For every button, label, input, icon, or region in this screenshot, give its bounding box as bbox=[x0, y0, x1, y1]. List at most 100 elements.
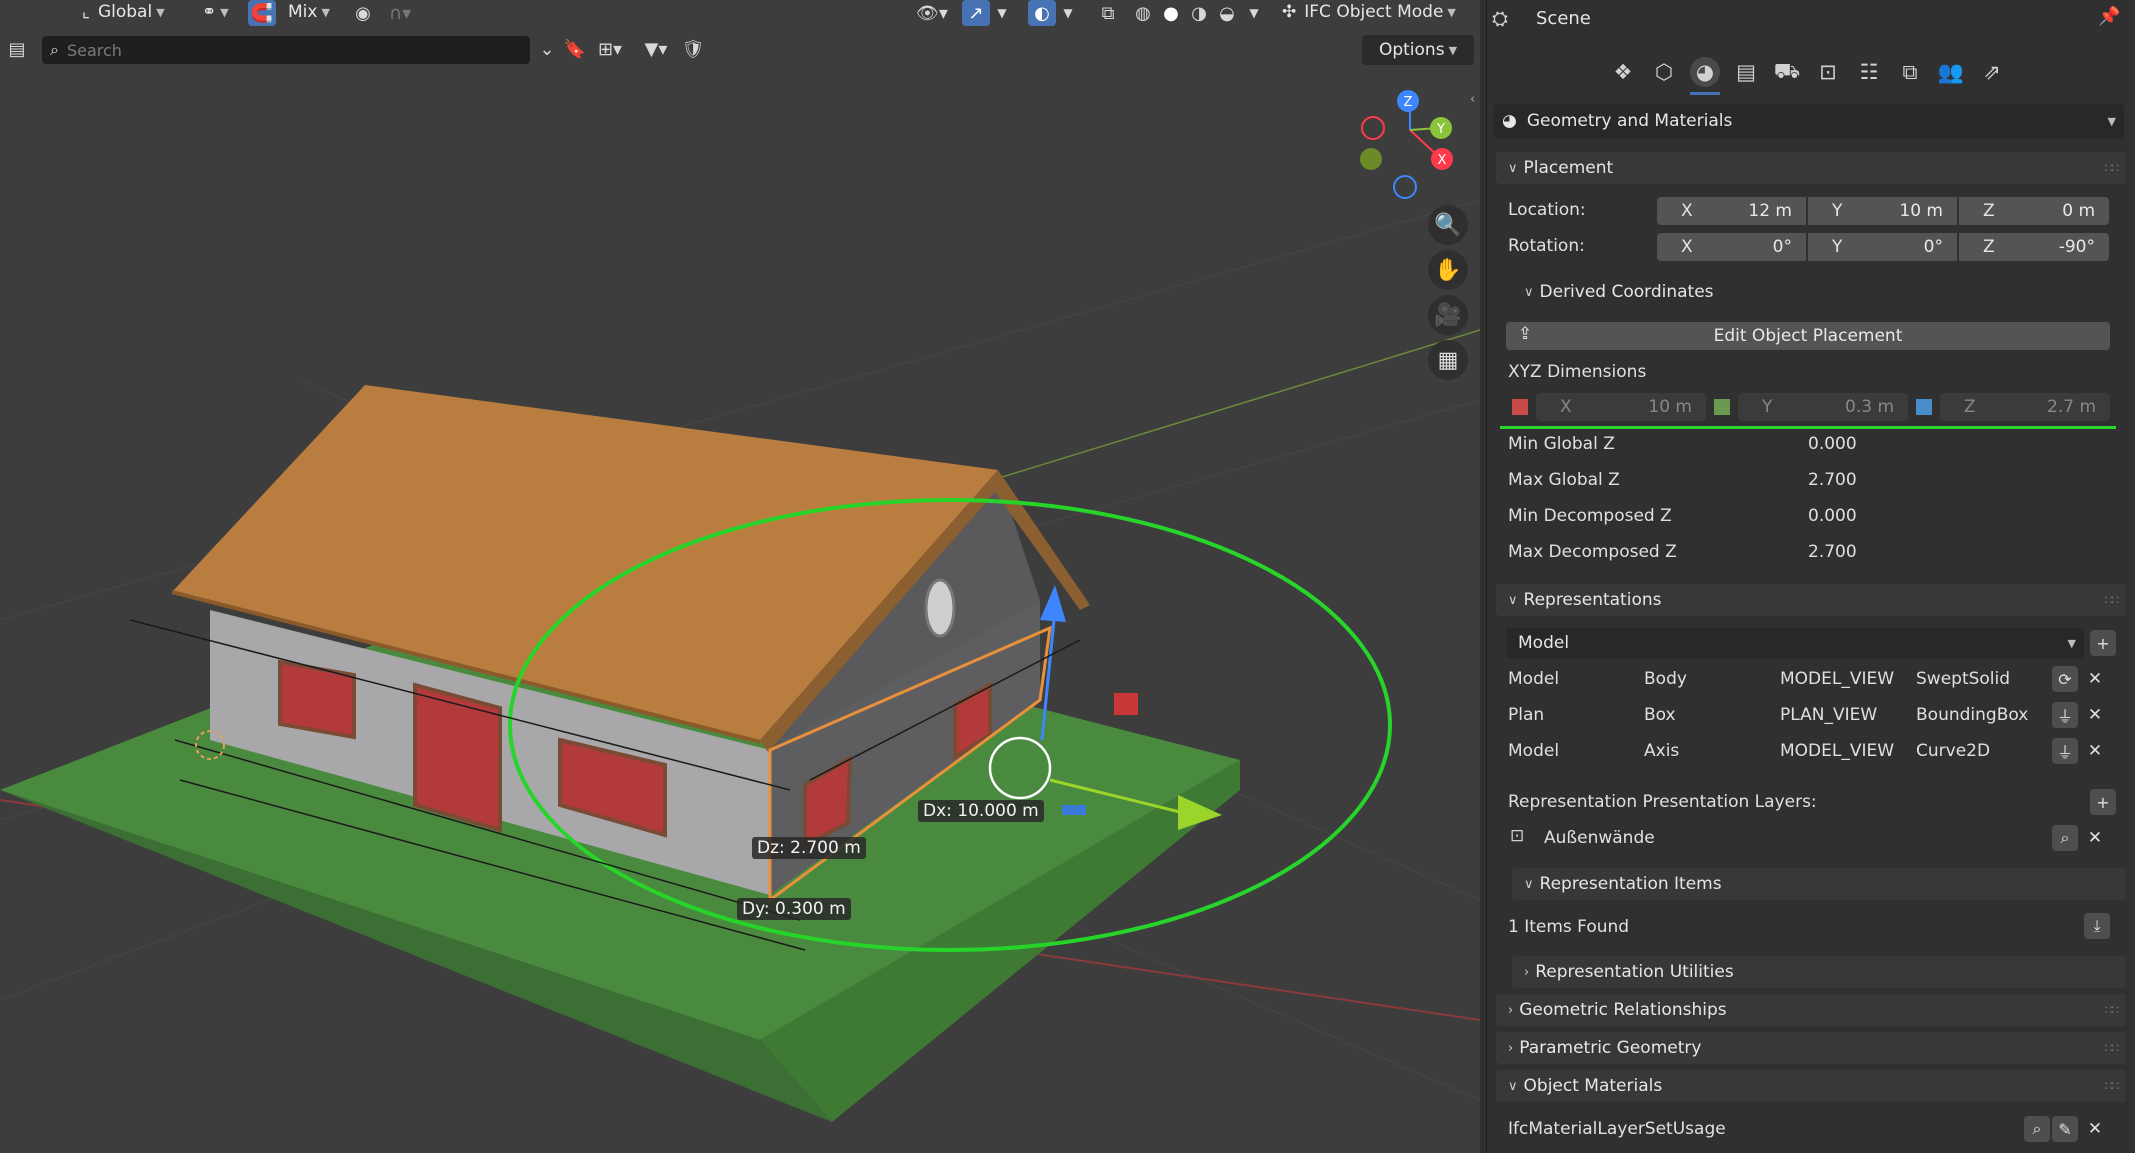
drag-handle-icon[interactable]: ∷∷ bbox=[2105, 1041, 2119, 1055]
drag-handle-icon[interactable]: ∷∷ bbox=[2105, 161, 2119, 175]
chevron-down-icon[interactable]: ▼ bbox=[1058, 0, 1078, 26]
category-dropdown[interactable]: ◕ Geometry and Materials ▼ bbox=[1494, 104, 2124, 138]
chevron-down-icon[interactable]: ▼ bbox=[992, 0, 1012, 26]
object-materials-title: Object Materials bbox=[1523, 1076, 1663, 1096]
select-material-icon[interactable]: ⌕ bbox=[2024, 1116, 2050, 1142]
close-icon[interactable]: ✕ bbox=[2084, 704, 2106, 726]
filter-icon[interactable]: ▼▾ bbox=[636, 36, 676, 62]
drag-handle-icon[interactable]: ∷∷ bbox=[2105, 593, 2119, 607]
proportional-edit-icon[interactable]: ◉ bbox=[350, 0, 376, 26]
active-tab-indicator bbox=[1690, 92, 1720, 95]
axis-label: Y bbox=[1832, 237, 1843, 257]
zoom-icon[interactable]: 🔍 bbox=[1428, 205, 1468, 245]
search-field[interactable]: ⌕ Search bbox=[42, 36, 530, 64]
geometric-relationships-header[interactable]: › Geometric Relationships ∷∷ bbox=[1496, 994, 2126, 1026]
services-tab-icon[interactable]: ⛟ bbox=[1772, 57, 1802, 87]
rendered-shading-icon[interactable]: ◒ bbox=[1214, 0, 1240, 26]
snap-toggle-icon[interactable]: 🧲 bbox=[248, 0, 276, 26]
close-icon[interactable]: ✕ bbox=[2084, 827, 2106, 849]
items-found-label: 1 Items Found bbox=[1508, 917, 1630, 937]
derived-coordinates-header[interactable]: ∨ Derived Coordinates bbox=[1512, 276, 2126, 308]
edit-object-placement-button[interactable]: ⇪ Edit Object Placement bbox=[1506, 322, 2110, 350]
3d-viewport[interactable]: Z Y X Dx: 10.000 m Dz: 2.700 m Dy: 0.300… bbox=[0, 0, 1480, 1153]
pivot-dropdown[interactable]: ⚭ ▼ bbox=[202, 0, 229, 24]
location-y-field[interactable]: Y 10 m bbox=[1808, 197, 1957, 225]
rotation-y-field[interactable]: Y 0° bbox=[1808, 233, 1957, 261]
pivot-icon: ⚭ bbox=[202, 2, 217, 22]
geometry-materials-tab-icon[interactable]: ◕ bbox=[1690, 57, 1720, 87]
collapse-icon[interactable]: ⌄ bbox=[534, 36, 560, 62]
outliner-icon[interactable]: ▤ bbox=[0, 36, 34, 62]
camera-icon[interactable]: 🎥 bbox=[1428, 295, 1468, 335]
rotation-x-value: 0° bbox=[1772, 237, 1792, 257]
chevron-down-icon[interactable]: ▼ bbox=[1244, 0, 1264, 26]
rep-type: SweptSolid bbox=[1916, 669, 2011, 689]
solid-shading-icon[interactable]: ● bbox=[1158, 0, 1184, 26]
location-z-value: 0 m bbox=[2062, 201, 2095, 221]
object-materials-header[interactable]: ∨ Object Materials ∷∷ bbox=[1496, 1070, 2126, 1102]
representation-items-header[interactable]: ∨ Representation Items bbox=[1512, 868, 2126, 900]
parametric-geometry-header[interactable]: › Parametric Geometry ∷∷ bbox=[1496, 1032, 2126, 1064]
add-layer-icon[interactable]: + bbox=[2090, 789, 2116, 815]
rotation-x-field[interactable]: X 0° bbox=[1657, 233, 1806, 261]
shield-icon[interactable]: 🛡 bbox=[680, 36, 706, 62]
costing-tab-icon[interactable]: ⧉ bbox=[1895, 57, 1925, 87]
placement-title: Placement bbox=[1523, 158, 1614, 178]
visibility-icon[interactable]: 👁▾ bbox=[912, 0, 952, 26]
drag-handle-icon[interactable]: ∷∷ bbox=[2105, 1003, 2119, 1017]
perspective-grid-icon[interactable]: ▦ bbox=[1428, 340, 1468, 380]
xray-icon[interactable]: ⧉ bbox=[1094, 0, 1122, 26]
object-tab-icon[interactable]: ⬡ bbox=[1649, 57, 1679, 87]
axis-label: Z bbox=[1964, 397, 1976, 417]
download-icon[interactable]: ⤓ bbox=[2084, 913, 2110, 939]
pan-hand-icon[interactable]: ✋ bbox=[1428, 250, 1468, 290]
representation-utilities-header[interactable]: › Representation Utilities bbox=[1512, 956, 2126, 988]
structural-tab-icon[interactable]: ⊡ bbox=[1813, 57, 1843, 87]
sidebar-collapse-icon[interactable]: ‹ bbox=[1470, 92, 1475, 107]
dimension-x-value: 10 m bbox=[1648, 397, 1692, 417]
hierarchy-icon[interactable]: ⊞▾ bbox=[590, 36, 630, 62]
gizmo-toggle-icon[interactable]: ↗ bbox=[962, 0, 990, 26]
options-dropdown[interactable]: Options ▼ bbox=[1362, 35, 1474, 65]
schedule-tab-icon[interactable]: ☷ bbox=[1854, 57, 1884, 87]
falloff-icon[interactable]: ∩▾ bbox=[380, 0, 420, 26]
project-tab-icon[interactable]: ❖ bbox=[1608, 57, 1638, 87]
switch-representation-icon[interactable]: ⏚ bbox=[2052, 738, 2078, 764]
measure-dz: Dz: 2.700 m bbox=[752, 837, 866, 859]
drag-handle-icon[interactable]: ∷∷ bbox=[2105, 1079, 2119, 1093]
overlay-toggle-icon[interactable]: ◐ bbox=[1028, 0, 1056, 26]
stakeholders-tab-icon[interactable]: 👥 bbox=[1936, 57, 1966, 87]
viewport-header: ⌞ Global ▼ ⚭ ▼ 🧲 Mix ▼ ◉ ∩▾ 👁▾ ↗ ▼ ◐ ▼ ⧉ … bbox=[0, 0, 1480, 28]
context-select-value: Model bbox=[1518, 633, 1570, 653]
parametric-geometry-title: Parametric Geometry bbox=[1519, 1038, 1702, 1058]
snap-mode-dropdown[interactable]: Mix ▼ bbox=[288, 0, 330, 24]
close-icon[interactable]: ✕ bbox=[2084, 1118, 2106, 1140]
presentation-layers-label: Representation Presentation Layers: bbox=[1508, 792, 1817, 812]
placement-header[interactable]: ∨ Placement ∷∷ bbox=[1496, 152, 2126, 184]
material-shading-icon[interactable]: ◑ bbox=[1186, 0, 1212, 26]
quality-tab-icon[interactable]: ⇗ bbox=[1977, 57, 2007, 87]
dimension-z-field: Z 2.7 m bbox=[1940, 393, 2110, 421]
search-input[interactable]: Search bbox=[67, 41, 122, 60]
add-representation-icon[interactable]: + bbox=[2090, 630, 2116, 656]
rep-subcontext: Axis bbox=[1644, 741, 1680, 761]
location-x-field[interactable]: X 12 m bbox=[1657, 197, 1806, 225]
location-z-field[interactable]: Z 0 m bbox=[1959, 197, 2109, 225]
orientation-dropdown[interactable]: ⌞ Global ▼ bbox=[82, 0, 165, 24]
select-layer-icon[interactable]: ⌕ bbox=[2052, 825, 2078, 851]
refresh-icon[interactable]: ⟳ bbox=[2052, 666, 2078, 692]
rotation-z-field[interactable]: Z -90° bbox=[1959, 233, 2109, 261]
pin-icon[interactable]: 📌 bbox=[2098, 6, 2120, 27]
viewport-scene[interactable]: Z Y X bbox=[0, 0, 1480, 1153]
representations-header[interactable]: ∨ Representations ∷∷ bbox=[1496, 584, 2126, 616]
close-icon[interactable]: ✕ bbox=[2084, 740, 2106, 762]
wireframe-shading-icon[interactable]: ◍ bbox=[1130, 0, 1156, 26]
bookmark-icon[interactable]: 🔖 bbox=[564, 36, 586, 62]
switch-representation-icon[interactable]: ⏚ bbox=[2052, 702, 2078, 728]
y-color-swatch bbox=[1714, 399, 1730, 415]
close-icon[interactable]: ✕ bbox=[2084, 668, 2106, 690]
mode-dropdown[interactable]: ✣ IFC Object Mode ▼ bbox=[1282, 0, 1456, 24]
edit-pencil-icon[interactable]: ✎ bbox=[2052, 1116, 2078, 1142]
drawings-tab-icon[interactable]: ▤ bbox=[1731, 57, 1761, 87]
context-select[interactable]: Model ▼ bbox=[1506, 628, 2084, 658]
